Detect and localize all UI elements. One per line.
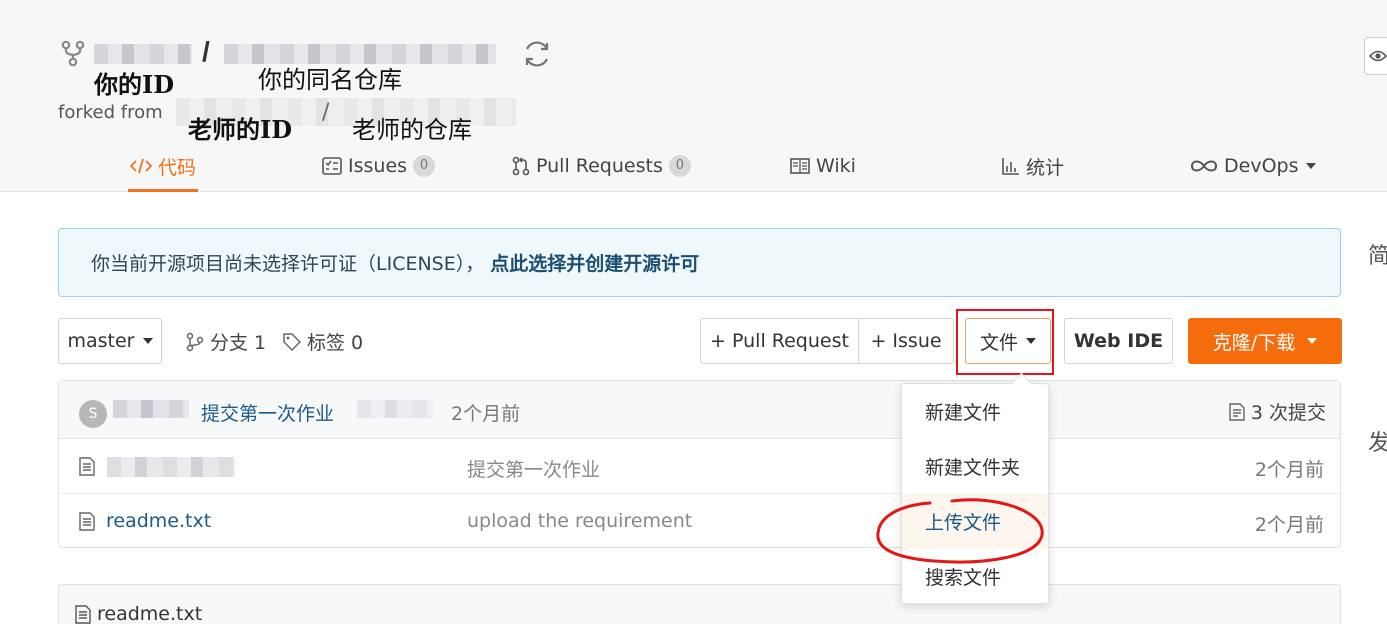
branch-count-link[interactable]: 分支 1 bbox=[186, 328, 266, 355]
commit-count-link[interactable]: 3 次提交 bbox=[1229, 398, 1326, 425]
file-button-highlight-box bbox=[956, 309, 1054, 375]
license-banner-text: 你当前开源项目尚未选择许可证（LICENSE）， bbox=[91, 253, 485, 275]
issues-count-badge: 0 bbox=[413, 155, 436, 177]
repo-path-separator: / bbox=[202, 36, 210, 67]
tag-icon bbox=[283, 332, 301, 351]
file-icon bbox=[75, 604, 91, 624]
file-icon bbox=[79, 512, 95, 531]
tab-statistics[interactable]: 统计 bbox=[1002, 140, 1064, 192]
watch-button[interactable] bbox=[1364, 37, 1387, 75]
commit-count-label: 3 次提交 bbox=[1250, 402, 1326, 424]
branch-select-label: master bbox=[67, 330, 135, 352]
table-row[interactable]: 提交第一次作业 2个月前 bbox=[59, 439, 1340, 494]
upload-annotation-circle bbox=[876, 498, 1044, 564]
bar-chart-icon bbox=[1002, 158, 1019, 175]
pull-requests-count-badge: 0 bbox=[668, 155, 691, 177]
latest-commit-time: 2个月前 bbox=[451, 403, 521, 425]
tab-issues-label: Issues bbox=[348, 155, 408, 177]
eye-icon bbox=[1369, 50, 1387, 62]
blurred-author-name bbox=[113, 400, 189, 418]
issues-icon bbox=[322, 157, 342, 175]
sidebar-cutoff-glyph: 简 bbox=[1368, 244, 1387, 269]
tab-devops-label: DevOps bbox=[1224, 155, 1299, 177]
latest-commit-message[interactable]: 提交第一次作业 bbox=[201, 399, 334, 426]
infinity-icon bbox=[1190, 160, 1218, 172]
tab-code[interactable]: 代码 bbox=[127, 140, 199, 192]
new-issue-button[interactable]: + Issue bbox=[858, 318, 954, 364]
commit-list-icon bbox=[1229, 402, 1245, 421]
tab-issues[interactable]: Issues 0 bbox=[322, 140, 436, 192]
repo-tabs: 代码 Issues 0 Pull Requests 0 Wiki 统计 DevO… bbox=[58, 140, 1387, 192]
tab-wiki-label: Wiki bbox=[816, 155, 856, 177]
tab-code-label: 代码 bbox=[158, 156, 197, 179]
table-row[interactable]: readme.txt upload the requirement 2个月前 bbox=[59, 494, 1340, 549]
tab-devops[interactable]: DevOps bbox=[1190, 140, 1317, 192]
file-commit-time: 2个月前 bbox=[1254, 459, 1324, 481]
license-banner: 你当前开源项目尚未选择许可证（LICENSE）， 点此选择并创建开源许可 bbox=[58, 228, 1341, 297]
readme-title: readme.txt bbox=[97, 603, 203, 624]
file-commit-time: 2个月前 bbox=[1254, 514, 1324, 536]
clone-download-label: 克隆/下载 bbox=[1212, 331, 1296, 354]
blurred-file-name bbox=[107, 457, 235, 477]
readme-card: readme.txt bbox=[58, 584, 1341, 624]
sidebar-cutoff-glyph: 发 bbox=[1368, 431, 1387, 456]
tag-count-label: 标签 0 bbox=[307, 332, 364, 354]
chevron-down-icon bbox=[1307, 338, 1318, 344]
devops-dropdown-icon bbox=[1306, 163, 1317, 169]
sync-icon[interactable] bbox=[520, 37, 554, 71]
code-icon bbox=[130, 158, 152, 174]
tab-wiki[interactable]: Wiki bbox=[790, 140, 856, 192]
annotation-your-id: 你的ID bbox=[94, 70, 175, 99]
menu-item-new-folder[interactable]: 新建文件夹 bbox=[902, 439, 1048, 494]
branch-select[interactable]: master bbox=[58, 318, 162, 364]
branch-icon bbox=[186, 332, 204, 351]
fork-icon bbox=[61, 40, 85, 67]
wiki-icon bbox=[790, 158, 810, 174]
clone-download-button[interactable]: 克隆/下载 bbox=[1188, 318, 1342, 364]
file-icon bbox=[79, 457, 95, 476]
pull-request-icon bbox=[512, 156, 530, 176]
file-commit-message[interactable]: upload the requirement bbox=[467, 510, 692, 532]
blurred-commit-hash bbox=[357, 400, 433, 418]
file-table: S 提交第一次作业 2个月前 3 次提交 提交第一次作业 2个月前 readme… bbox=[58, 380, 1341, 548]
file-name-link[interactable]: readme.txt bbox=[106, 510, 211, 532]
annotation-your-repo: 你的同名仓库 bbox=[258, 66, 402, 94]
blurred-owner-id bbox=[94, 44, 192, 64]
source-path-separator: / bbox=[322, 100, 330, 125]
file-commit-message[interactable]: 提交第一次作业 bbox=[467, 455, 600, 482]
menu-item-new-file[interactable]: 新建文件 bbox=[902, 384, 1048, 439]
tab-pull-requests-label: Pull Requests bbox=[536, 155, 663, 177]
avatar[interactable]: S bbox=[79, 400, 107, 428]
forked-from-label: forked from bbox=[58, 102, 163, 123]
branch-count-label: 分支 1 bbox=[210, 332, 267, 354]
chevron-down-icon bbox=[142, 338, 153, 344]
latest-commit-row: S 提交第一次作业 2个月前 3 次提交 bbox=[59, 381, 1340, 439]
web-ide-button[interactable]: Web IDE bbox=[1064, 318, 1173, 364]
readme-header: readme.txt bbox=[75, 603, 202, 624]
new-pull-request-button[interactable]: + Pull Request bbox=[700, 318, 859, 364]
create-license-link[interactable]: 点此选择并创建开源许可 bbox=[490, 249, 699, 276]
tab-pull-requests[interactable]: Pull Requests 0 bbox=[512, 140, 691, 192]
tab-statistics-label: 统计 bbox=[1026, 156, 1065, 179]
tag-count-link[interactable]: 标签 0 bbox=[283, 328, 363, 355]
repo-header: / 你的ID 你的同名仓库 forked from 老师的ID / 老师的仓库 … bbox=[0, 0, 1387, 192]
